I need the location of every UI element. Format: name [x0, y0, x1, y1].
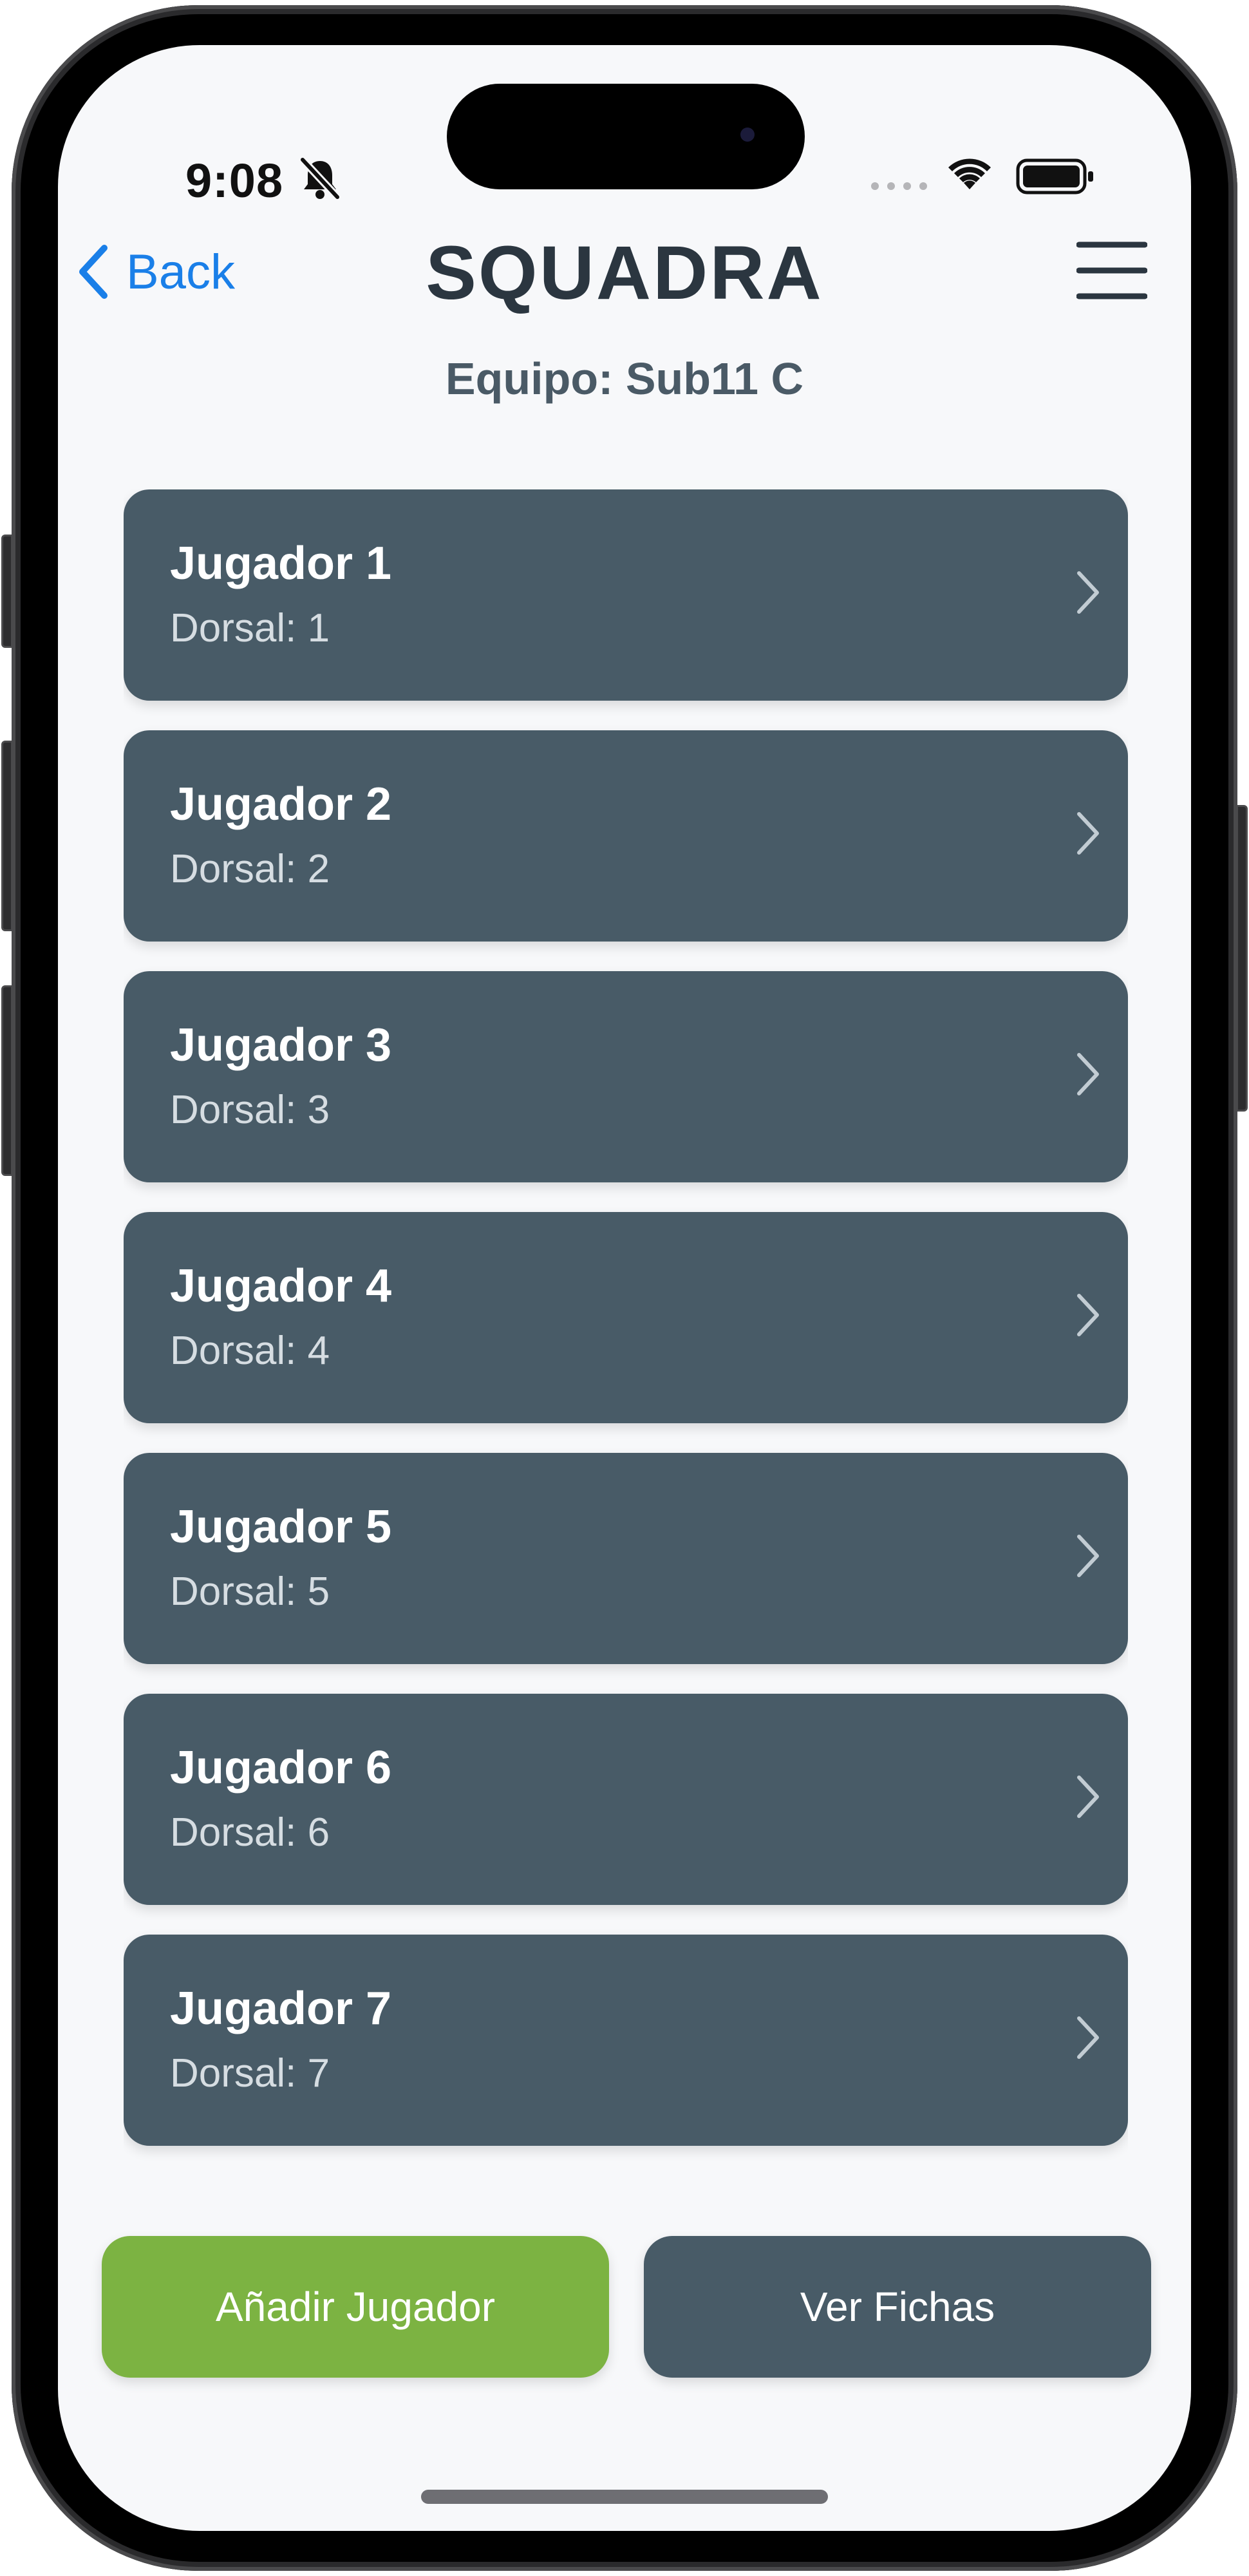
- camera-dot: [740, 128, 755, 142]
- player-dorsal: Dorsal: 7: [170, 2051, 330, 2096]
- player-name: Jugador 4: [170, 1260, 392, 1312]
- chevron-right-icon: [1077, 812, 1099, 855]
- player-card-5[interactable]: Jugador 5 Dorsal: 5: [124, 1453, 1128, 1664]
- view-cards-button[interactable]: Ver Fichas: [644, 2236, 1151, 2378]
- player-card-6[interactable]: Jugador 6 Dorsal: 6: [124, 1694, 1128, 1905]
- player-card-1[interactable]: Jugador 1 Dorsal: 1: [124, 489, 1128, 701]
- volume-down-button: [1, 985, 13, 1176]
- chevron-right-icon: [1077, 1294, 1099, 1336]
- player-dorsal: Dorsal: 2: [170, 847, 330, 891]
- player-dorsal: Dorsal: 5: [170, 1569, 330, 1614]
- player-card-4[interactable]: Jugador 4 Dorsal: 4: [124, 1212, 1128, 1423]
- player-dorsal: Dorsal: 3: [170, 1088, 330, 1132]
- player-dorsal: Dorsal: 4: [170, 1329, 330, 1373]
- battery-icon: [1016, 158, 1093, 194]
- page-title: SQUADRA: [426, 231, 823, 316]
- hamburger-menu-icon[interactable]: [1076, 238, 1147, 303]
- player-card-3[interactable]: Jugador 3 Dorsal: 3: [124, 971, 1128, 1182]
- player-dorsal: Dorsal: 1: [170, 606, 330, 650]
- add-player-button[interactable]: Añadir Jugador: [102, 2236, 609, 2378]
- player-name: Jugador 1: [170, 538, 392, 589]
- player-name: Jugador 5: [170, 1501, 392, 1553]
- chevron-right-icon: [1077, 2016, 1099, 2059]
- player-name: Jugador 2: [170, 779, 392, 830]
- chevron-right-icon: [1077, 1535, 1099, 1577]
- player-card-7[interactable]: Jugador 7 Dorsal: 7: [124, 1935, 1128, 2146]
- app-screen: 9:08 Back SQUADRA Equipo: Sub11 C Jugado…: [58, 45, 1191, 2531]
- player-name: Jugador 7: [170, 1983, 392, 2034]
- power-button: [1236, 805, 1248, 1112]
- player-list: Jugador 1 Dorsal: 1 Jugador 2 Dorsal: 2 …: [124, 489, 1128, 2165]
- player-name: Jugador 3: [170, 1019, 392, 1071]
- team-label: Equipo: Sub11 C: [445, 354, 804, 404]
- home-indicator[interactable]: [421, 2490, 828, 2504]
- player-name: Jugador 6: [170, 1742, 392, 1794]
- player-card-2[interactable]: Jugador 2 Dorsal: 2: [124, 730, 1128, 942]
- chevron-right-icon: [1077, 571, 1099, 614]
- volume-up-button: [1, 741, 13, 931]
- wifi-icon: [948, 158, 991, 189]
- action-button: [1, 535, 13, 648]
- player-dorsal: Dorsal: 6: [170, 1810, 330, 1855]
- bell-slash-icon: [299, 156, 341, 200]
- chevron-right-icon: [1077, 1776, 1099, 1818]
- signal-icon: [871, 182, 927, 190]
- status-time: 9:08: [185, 154, 284, 207]
- chevron-right-icon: [1077, 1053, 1099, 1095]
- dynamic-island: [447, 84, 805, 189]
